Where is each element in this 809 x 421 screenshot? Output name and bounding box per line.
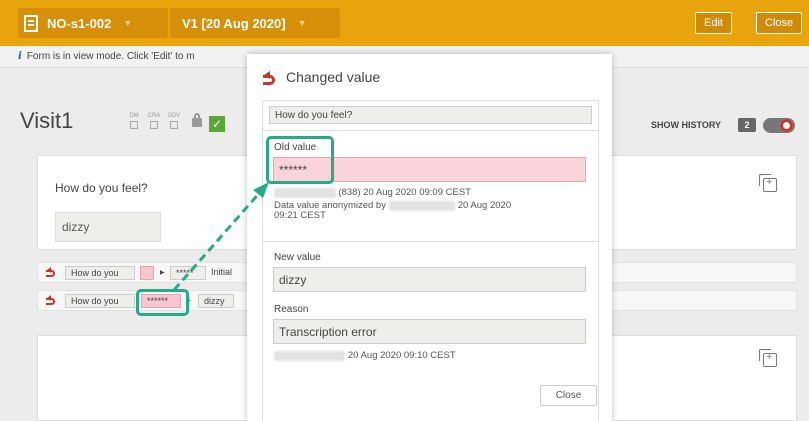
annotation-arrow [172,182,269,291]
